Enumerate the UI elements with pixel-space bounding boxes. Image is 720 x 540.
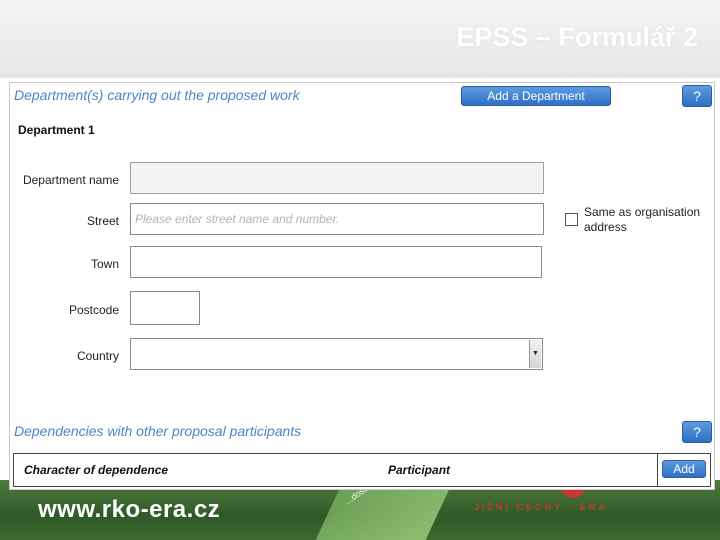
footer-url: www.rko-era.cz xyxy=(38,496,221,523)
column-header-character: Character of dependence xyxy=(24,463,169,477)
postcode-label: Postcode xyxy=(68,303,119,317)
help-icon: ? xyxy=(693,88,701,104)
dependencies-help-button[interactable]: ? xyxy=(682,421,712,443)
town-input[interactable] xyxy=(130,246,542,278)
country-select[interactable]: ▼ xyxy=(130,338,543,370)
dependencies-table: Character of dependence Participant Add xyxy=(13,453,711,487)
column-header-participant: Participant xyxy=(388,463,451,477)
dependencies-section-title: Dependencies with other proposal partici… xyxy=(14,423,302,439)
department-name-input[interactable] xyxy=(130,162,544,194)
department-name-label: Department name xyxy=(22,173,119,187)
postcode-input[interactable] xyxy=(130,291,200,325)
table-divider xyxy=(657,454,658,486)
departments-section-title: Department(s) carrying out the proposed … xyxy=(14,87,300,103)
epss-form-panel: Department(s) carrying out the proposed … xyxy=(9,82,715,490)
same-address-label: Same as organisation address xyxy=(584,205,701,234)
departments-help-button[interactable]: ? xyxy=(682,85,712,107)
town-label: Town xyxy=(90,257,119,271)
slide-header: EPSS – Formulář 2 xyxy=(0,0,720,78)
street-label: Street xyxy=(86,214,119,228)
department-heading: Department 1 xyxy=(18,123,95,137)
slide-title: EPSS – Formulář 2 xyxy=(456,22,698,52)
dropdown-arrow-icon[interactable]: ▼ xyxy=(529,340,541,368)
add-dependency-button[interactable]: Add xyxy=(662,460,706,478)
same-address-checkbox[interactable] xyxy=(565,213,578,226)
footer-region-text: JIŽNÍ ČECHY - ERA xyxy=(474,502,608,512)
street-input[interactable] xyxy=(130,203,544,235)
add-department-button[interactable]: Add a Department xyxy=(461,86,611,106)
help-icon: ? xyxy=(693,424,701,440)
country-label: Country xyxy=(76,349,119,363)
